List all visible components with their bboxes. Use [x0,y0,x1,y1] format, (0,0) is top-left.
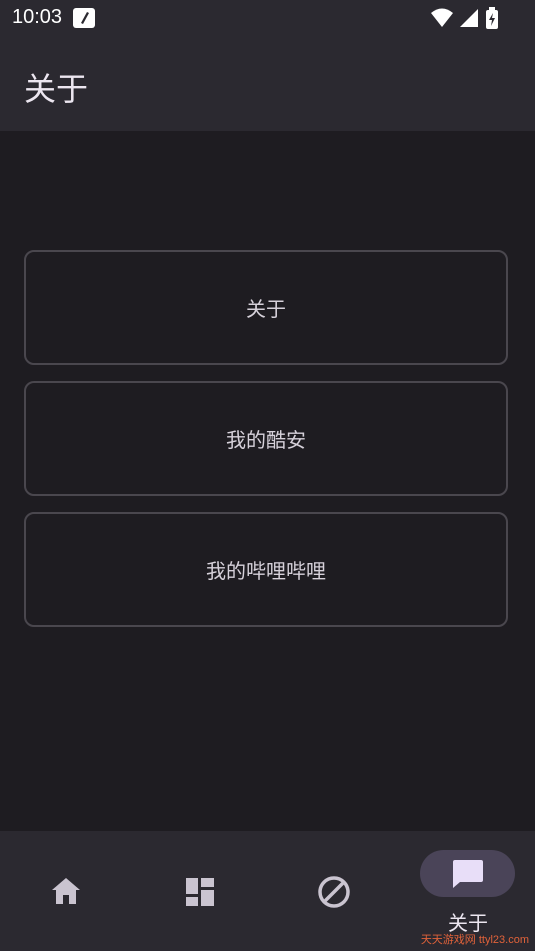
nav-item-dashboard[interactable] [134,831,268,951]
bottom-navigation: 关于 天天游戏网 ttyl23.com [0,831,535,951]
block-icon [318,876,350,908]
home-icon [52,878,80,904]
about-card-label: 关于 [246,297,286,321]
dashboard-icon [186,878,214,906]
edit-notification-icon [73,8,95,28]
watermark: 天天游戏网 ttyl23.com [420,934,529,946]
about-card[interactable]: 关于 [24,250,508,365]
nav-item-home[interactable] [0,831,134,951]
nav-item-block[interactable] [268,831,402,951]
content-area: 关于 我的酷安 我的哔哩哔哩 [0,131,535,831]
coolapk-card-label: 我的酷安 [226,428,306,452]
wifi-icon [431,8,453,27]
battery-icon [486,7,498,29]
status-icons [431,7,499,29]
coolapk-card[interactable]: 我的酷安 [24,381,508,496]
bilibili-card[interactable]: 我的哔哩哔哩 [24,512,508,627]
app-bar: 关于 [0,36,535,131]
status-time: 10:03 [12,6,63,28]
bilibili-card-label: 我的哔哩哔哩 [206,559,326,583]
signal-icon [460,9,478,27]
page-title: 关于 [24,70,89,108]
status-bar: 10:03 [0,0,535,36]
chat-icon [453,860,483,888]
